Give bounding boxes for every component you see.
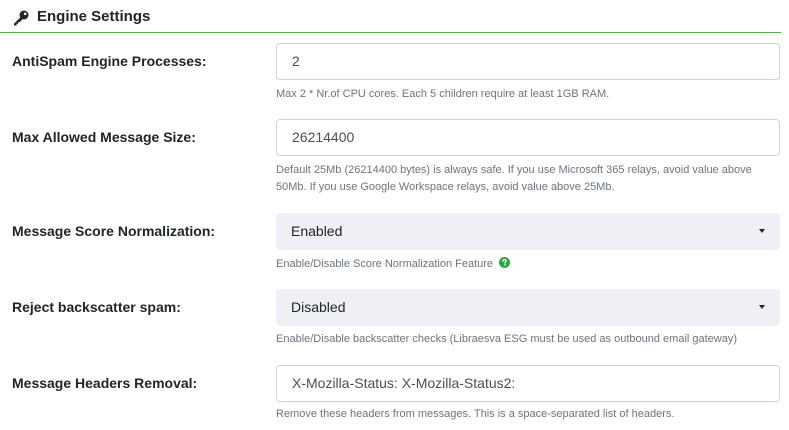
normalization-label: Message Score Normalization: — [12, 223, 216, 239]
max-size-label: Max Allowed Message Size: — [12, 129, 196, 145]
backscatter-label: Reject backscatter spam: — [12, 299, 181, 315]
key-icon — [14, 10, 29, 26]
normalization-select[interactable]: Enabled — [276, 213, 780, 250]
normalization-help-text: Enable/Disable Score Normalization Featu… — [276, 258, 494, 270]
processes-input[interactable]: 2 — [276, 43, 780, 80]
chevron-down-icon — [759, 229, 765, 233]
normalization-help: Enable/Disable Score Normalization Featu… — [276, 256, 781, 273]
processes-label: AntiSpam Engine Processes: — [12, 53, 207, 69]
max-size-input[interactable]: 26214400 — [276, 119, 780, 156]
section-title: Engine Settings — [37, 8, 151, 25]
headers-removal-help: Remove these headers from messages. This… — [276, 408, 675, 420]
processes-help: Max 2 * Nr.of CPU cores. Each 5 children… — [276, 88, 610, 100]
normalization-selected-value: Enabled — [291, 223, 343, 239]
section-header: Engine Settings — [0, 0, 781, 33]
chevron-down-icon — [759, 305, 765, 309]
max-size-help: Default 25Mb (26214400 bytes) is always … — [276, 164, 752, 193]
headers-removal-label: Message Headers Removal: — [12, 375, 198, 391]
headers-removal-input[interactable]: X-Mozilla-Status: X-Mozilla-Status2: — [276, 365, 780, 402]
backscatter-selected-value: Disabled — [291, 299, 346, 315]
question-circle-icon[interactable] — [499, 257, 511, 268]
backscatter-select[interactable]: Disabled — [276, 289, 780, 326]
backscatter-help: Enable/Disable backscatter checks (Libra… — [276, 333, 738, 345]
